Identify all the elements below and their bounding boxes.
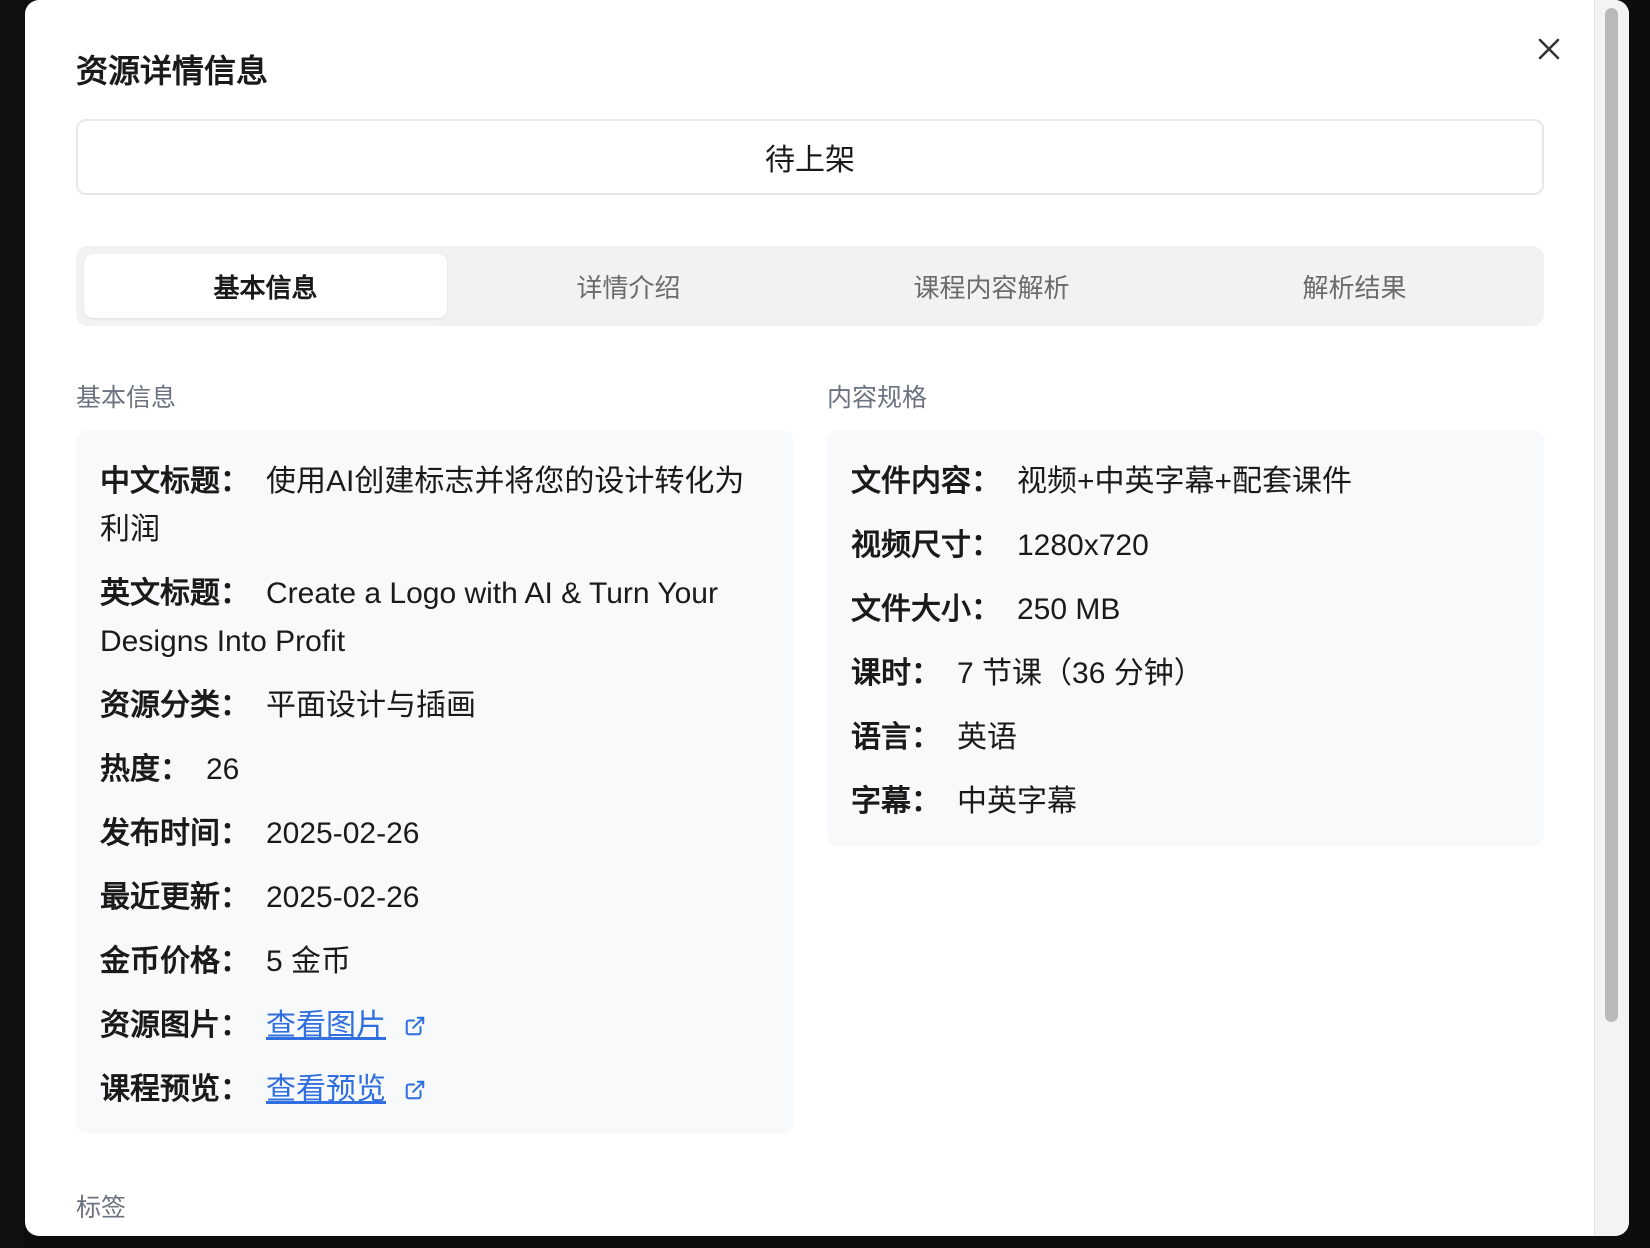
- field-label: 文件内容：: [851, 465, 1001, 498]
- content-spec-card: 文件内容： 视频+中英字幕+配套课件 视频尺寸： 1280x720 文件大小： 250…: [827, 430, 1544, 846]
- tab-course-analysis[interactable]: 课程内容解析: [810, 254, 1173, 318]
- field-value: 英语: [957, 721, 1017, 754]
- field-value: 2025-02-26: [266, 817, 420, 850]
- status-banner: 待上架: [76, 119, 1544, 195]
- field-label: 热度：: [100, 753, 190, 786]
- field-cn-title: 中文标题： 使用AI创建标志并将您的设计转化为利润: [100, 458, 770, 554]
- status-text: 待上架: [765, 144, 855, 177]
- field-price: 金币价格： 5 金币: [100, 938, 770, 986]
- field-label: 资源分类：: [100, 689, 250, 722]
- field-label: 文件大小：: [851, 593, 1001, 626]
- field-popularity: 热度： 26: [100, 746, 770, 794]
- field-label: 字幕：: [851, 785, 941, 818]
- field-publish-date: 发布时间： 2025-02-26: [100, 810, 770, 858]
- field-course-preview: 课程预览： 查看预览: [100, 1066, 770, 1114]
- close-icon: [1538, 38, 1560, 60]
- field-label: 语言：: [851, 721, 941, 754]
- external-link-icon: [406, 1016, 425, 1036]
- field-label: 最近更新：: [100, 881, 250, 914]
- scrollbar-track[interactable]: [1594, 0, 1629, 1236]
- field-label: 英文标题：: [100, 577, 250, 610]
- field-resource-image: 资源图片： 查看图片: [100, 1002, 770, 1050]
- field-language: 语言： 英语: [851, 714, 1520, 762]
- field-label: 发布时间：: [100, 817, 250, 850]
- field-video-size: 视频尺寸： 1280x720: [851, 522, 1520, 570]
- resource-detail-modal: 资源详情信息 待上架 基本信息 详情介绍 课程内容解析 解析结果 基本信息 中文…: [25, 0, 1629, 1236]
- basic-info-section-title: 基本信息: [76, 384, 177, 412]
- field-value: 中英字幕: [957, 785, 1077, 818]
- field-update-date: 最近更新： 2025-02-26: [100, 874, 770, 922]
- tab-bar: 基本信息 详情介绍 课程内容解析 解析结果: [76, 246, 1544, 326]
- field-value: 视频+中英字幕+配套课件: [1017, 465, 1353, 498]
- field-lessons: 课时： 7 节课（36 分钟）: [851, 650, 1520, 698]
- modal-title: 资源详情信息: [76, 53, 269, 89]
- view-preview-link[interactable]: 查看预览: [266, 1073, 386, 1106]
- field-value: 26: [206, 753, 240, 786]
- field-value: 250 MB: [1017, 593, 1121, 626]
- field-file-content: 文件内容： 视频+中英字幕+配套课件: [851, 458, 1520, 506]
- field-subtitles: 字幕： 中英字幕: [851, 778, 1520, 826]
- tab-analysis-result[interactable]: 解析结果: [1173, 254, 1536, 318]
- field-value: 7 节课（36 分钟）: [957, 657, 1204, 690]
- tab-details[interactable]: 详情介绍: [447, 254, 810, 318]
- field-value: 2025-02-26: [266, 881, 420, 914]
- field-file-size: 文件大小： 250 MB: [851, 586, 1520, 634]
- field-label: 中文标题：: [100, 465, 250, 498]
- basic-info-card: 中文标题： 使用AI创建标志并将您的设计转化为利润 英文标题： Create a L…: [76, 430, 794, 1133]
- tab-basic-info[interactable]: 基本信息: [84, 254, 447, 318]
- scrollbar-thumb[interactable]: [1605, 8, 1618, 1022]
- field-label: 视频尺寸：: [851, 529, 1001, 562]
- field-category: 资源分类： 平面设计与插画: [100, 682, 770, 730]
- field-value: 5 金币: [266, 945, 352, 978]
- close-button[interactable]: [1530, 30, 1568, 68]
- field-label: 课时：: [851, 657, 941, 690]
- field-en-title: 英文标题： Create a Logo with AI & Turn Your D…: [100, 570, 770, 666]
- field-value: 1280x720: [1017, 529, 1149, 562]
- field-label: 金币价格：: [100, 945, 250, 978]
- tags-section-title: 标签: [76, 1194, 127, 1222]
- view-image-link[interactable]: 查看图片: [266, 1009, 386, 1042]
- content-spec-section-title: 内容规格: [827, 384, 928, 412]
- field-value: 平面设计与插画: [266, 689, 476, 722]
- field-label: 课程预览：: [100, 1073, 250, 1106]
- external-link-icon: [406, 1080, 425, 1100]
- modal-backdrop: [0, 0, 24, 1248]
- field-label: 资源图片：: [100, 1009, 250, 1042]
